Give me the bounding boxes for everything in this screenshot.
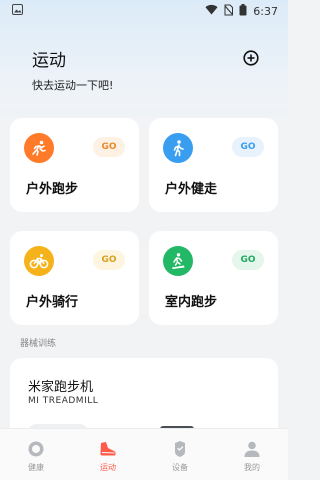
tab-sport[interactable]: 运动 bbox=[72, 429, 144, 480]
sport-label: 户外骑行 bbox=[26, 295, 79, 310]
device-watch-icon bbox=[170, 439, 190, 459]
section-label-equipment: 器械训练 bbox=[20, 339, 57, 349]
battery-icon bbox=[239, 3, 247, 19]
sport-shoe-icon bbox=[98, 439, 118, 459]
tab-label: 设备 bbox=[172, 463, 188, 472]
status-time: 6:37 bbox=[253, 4, 278, 18]
gallery-notification-icon bbox=[12, 4, 23, 18]
tab-profile[interactable]: 我的 bbox=[216, 429, 288, 480]
sport-card-outdoor-run[interactable]: GO 户外跑步 bbox=[10, 118, 139, 212]
bottom-tab-bar: 健康 运动 设备 我的 bbox=[0, 428, 288, 480]
go-button[interactable]: GO bbox=[232, 137, 264, 157]
tab-device[interactable]: 设备 bbox=[144, 429, 216, 480]
outdoor-run-icon bbox=[24, 133, 54, 163]
tab-label: 我的 bbox=[244, 463, 260, 472]
add-button[interactable] bbox=[242, 50, 260, 70]
sport-card-outdoor-cycle[interactable]: GO 户外骑行 bbox=[10, 231, 139, 325]
plus-circle-icon bbox=[243, 50, 259, 70]
sport-label: 室内跑步 bbox=[165, 295, 218, 310]
outdoor-cycle-icon bbox=[24, 246, 54, 276]
page-header: 运动 快去运动一下吧! bbox=[32, 46, 268, 92]
go-button[interactable]: GO bbox=[93, 250, 125, 270]
sport-card-outdoor-walk[interactable]: GO 户外健走 bbox=[149, 118, 278, 212]
wifi-icon bbox=[205, 4, 218, 18]
health-icon bbox=[26, 439, 46, 459]
profile-icon bbox=[242, 439, 262, 459]
outdoor-walk-icon bbox=[163, 133, 193, 163]
no-sim-icon bbox=[224, 4, 234, 19]
sport-label: 户外跑步 bbox=[26, 182, 79, 197]
go-button[interactable]: GO bbox=[93, 137, 125, 157]
treadmill-title: 米家跑步机 bbox=[28, 380, 94, 395]
tab-label: 健康 bbox=[28, 463, 44, 472]
tab-health[interactable]: 健康 bbox=[0, 429, 72, 480]
status-bar: 6:37 bbox=[0, 0, 288, 22]
sport-card-indoor-run[interactable]: GO 室内跑步 bbox=[149, 231, 278, 325]
tab-label: 运动 bbox=[100, 463, 116, 472]
sport-label: 户外健走 bbox=[165, 182, 218, 197]
treadmill-card[interactable]: 米家跑步机 MI TREADMILL bbox=[10, 358, 278, 438]
page-title: 运动 bbox=[32, 51, 66, 71]
indoor-run-icon bbox=[163, 246, 193, 276]
treadmill-subtitle: MI TREADMILL bbox=[28, 396, 99, 406]
go-button[interactable]: GO bbox=[232, 250, 264, 270]
page-subtitle: 快去运动一下吧! bbox=[32, 79, 114, 92]
